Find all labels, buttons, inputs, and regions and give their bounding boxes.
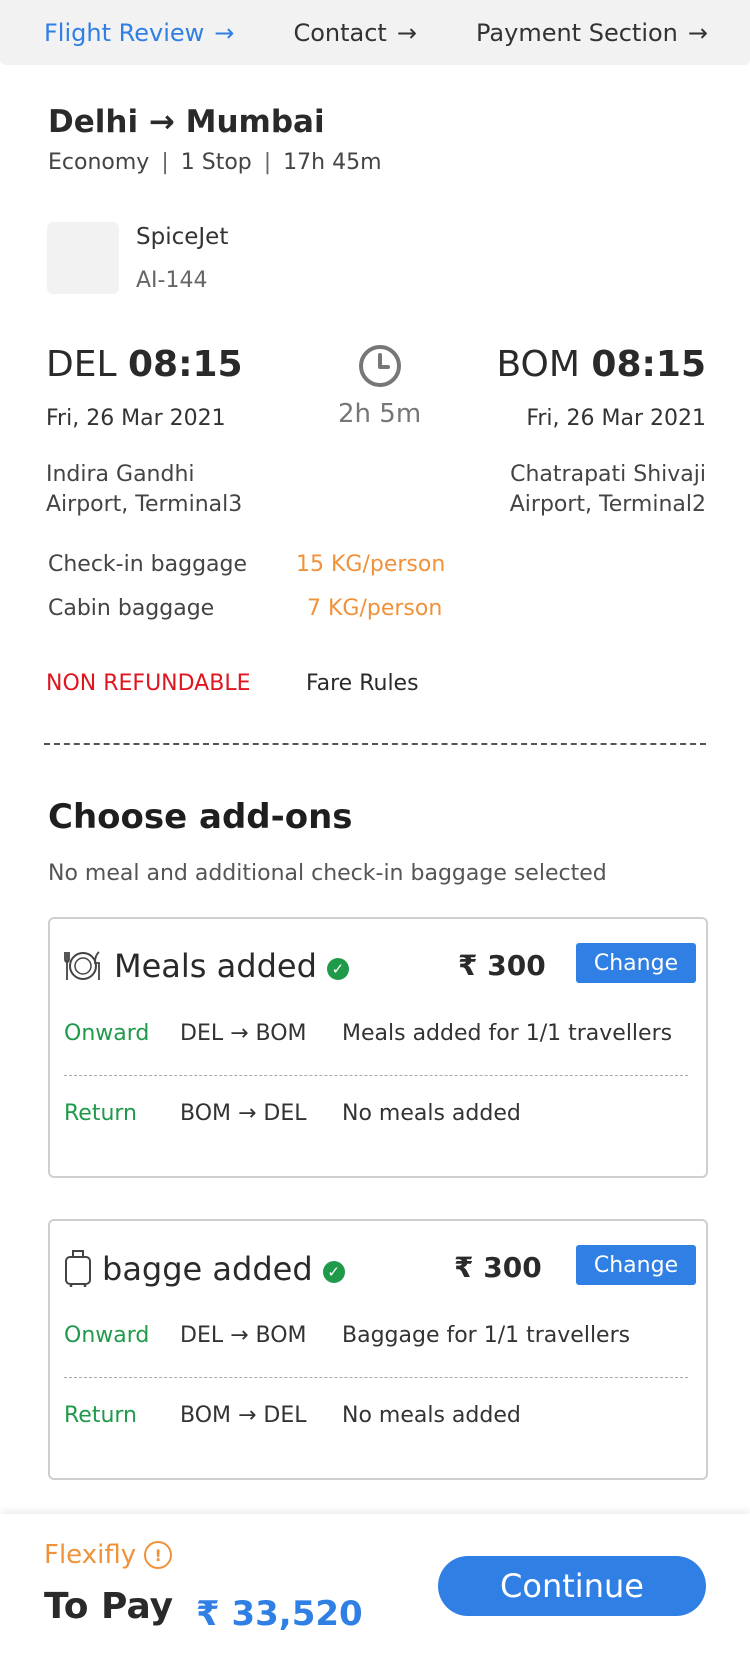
segment-label: DEL → BOM (180, 1021, 307, 1046)
addon-row-onward: Onward DEL → BOM Meals added for 1/1 tra… (64, 1021, 672, 1046)
luggage-icon (65, 1250, 91, 1287)
addon-description: Meals added for 1/1 travellers (342, 1021, 673, 1046)
route-title: Delhi → Mumbai (48, 104, 325, 140)
separator: | (161, 150, 169, 175)
addon-description: Baggage for 1/1 travellers (342, 1323, 631, 1348)
departure-airport-line2: Airport, Terminal3 (46, 492, 243, 517)
step-label: Flight Review (44, 18, 205, 47)
stops: 1 Stop (180, 150, 252, 175)
meal-icon (64, 951, 100, 980)
info-icon[interactable]: ! (144, 1541, 173, 1569)
change-baggage-button[interactable]: Change (576, 1245, 696, 1285)
card-title: Meals added (114, 947, 317, 985)
fare-rules-link[interactable]: Fare Rules (306, 671, 419, 696)
total-amount: ₹ 33,520 (196, 1594, 363, 1634)
checkin-baggage-label: Check-in baggage (48, 552, 248, 577)
payment-bar: Flexifly ! To Pay ₹ 33,520 Continue (0, 1514, 750, 1654)
arrow-right-icon: → (396, 18, 417, 47)
separator: | (263, 150, 272, 175)
card-header: Meals added ✓ (64, 947, 349, 985)
addon-row-return: Return BOM → DEL No meals added (64, 1403, 521, 1428)
addons-subtitle: No meal and additional check-in baggage … (48, 861, 607, 886)
cabin-class: Economy (48, 150, 150, 175)
departure-date: Fri, 26 Mar 2021 (46, 406, 226, 431)
addon-row-onward: Onward DEL → BOM Baggage for 1/1 travell… (64, 1323, 630, 1348)
arrival-time: BOM 08:15 (496, 344, 706, 385)
step-contact[interactable]: Contact → (293, 19, 416, 47)
to-pay-label: To Pay (44, 1586, 174, 1627)
change-meals-button[interactable]: Change (576, 943, 696, 983)
flexifly-text: Flexifly (44, 1540, 137, 1570)
addon-description: No meals added (342, 1403, 521, 1428)
departure-clock-time: 08:15 (127, 344, 243, 385)
card-title: bagge added (102, 1250, 313, 1288)
addon-row-return: Return BOM → DEL No meals added (64, 1101, 521, 1126)
arrival-airport: Chatrapati Shivaji Airport, Terminal2 (510, 460, 706, 520)
direction-label: Return (64, 1403, 138, 1428)
check-circle-icon: ✓ (326, 958, 349, 980)
refund-status: NON REFUNDABLE (46, 671, 251, 696)
addon-description: No meals added (342, 1101, 521, 1126)
arrival-airport-line1: Chatrapati Shivaji (510, 462, 706, 487)
continue-button[interactable]: Continue (438, 1556, 706, 1616)
card-header: bagge added ✓ (64, 1249, 345, 1289)
flight-duration: 2h 5m (338, 399, 422, 429)
flexifly-label[interactable]: Flexifly ! (44, 1540, 173, 1570)
departure-airport: Indira Gandhi Airport, Terminal3 (46, 460, 242, 520)
cabin-baggage-value: 7 KG/person (307, 596, 443, 621)
checkin-baggage-value: 15 KG/person (296, 552, 446, 577)
arrival-airport-line2: Airport, Terminal2 (509, 492, 706, 517)
cabin-baggage-label: Cabin baggage (48, 596, 215, 621)
checkout-steps-nav: Flight Review → Contact → Payment Sectio… (0, 0, 750, 65)
addon-price: ₹ 300 (458, 949, 546, 982)
route-summary: Economy | 1 Stop | 17h 45m (48, 150, 382, 175)
direction-label: Onward (64, 1323, 150, 1348)
addons-title: Choose add-ons (48, 797, 353, 837)
segment-label: BOM → DEL (180, 1403, 307, 1428)
direction-label: Onward (64, 1021, 150, 1046)
arrival-clock-time: 08:15 (591, 344, 706, 385)
clock-icon (359, 345, 401, 387)
airline-logo (47, 222, 119, 294)
departure-time: DEL 08:15 (46, 344, 243, 385)
direction-label: Return (64, 1101, 138, 1126)
arrival-date: Fri, 26 Mar 2021 (526, 406, 706, 431)
departure-airport-line1: Indira Gandhi (46, 462, 195, 487)
card-divider (64, 1377, 688, 1378)
flight-number: AI-144 (136, 268, 208, 293)
departure-code: DEL (46, 344, 117, 385)
segment-label: DEL → BOM (180, 1323, 307, 1348)
total-duration: 17h 45m (283, 150, 382, 175)
arrow-right-icon: → (214, 18, 235, 47)
step-payment[interactable]: Payment Section → (476, 19, 708, 47)
step-label: Contact (293, 18, 387, 47)
step-label: Payment Section (476, 18, 678, 47)
check-circle-icon: ✓ (322, 1261, 345, 1283)
airline-name: SpiceJet (136, 224, 229, 250)
segment-label: BOM → DEL (180, 1101, 307, 1126)
arrival-code: BOM (496, 344, 580, 385)
arrow-right-icon: → (687, 18, 708, 47)
step-flight-review[interactable]: Flight Review → (44, 19, 234, 47)
addon-price: ₹ 300 (454, 1251, 542, 1284)
meals-addon-card: Meals added ✓ ₹ 300 Change Onward DEL → … (48, 917, 708, 1178)
card-divider (64, 1075, 688, 1076)
baggage-addon-card: bagge added ✓ ₹ 300 Change Onward DEL → … (48, 1219, 708, 1480)
section-divider (44, 743, 706, 745)
